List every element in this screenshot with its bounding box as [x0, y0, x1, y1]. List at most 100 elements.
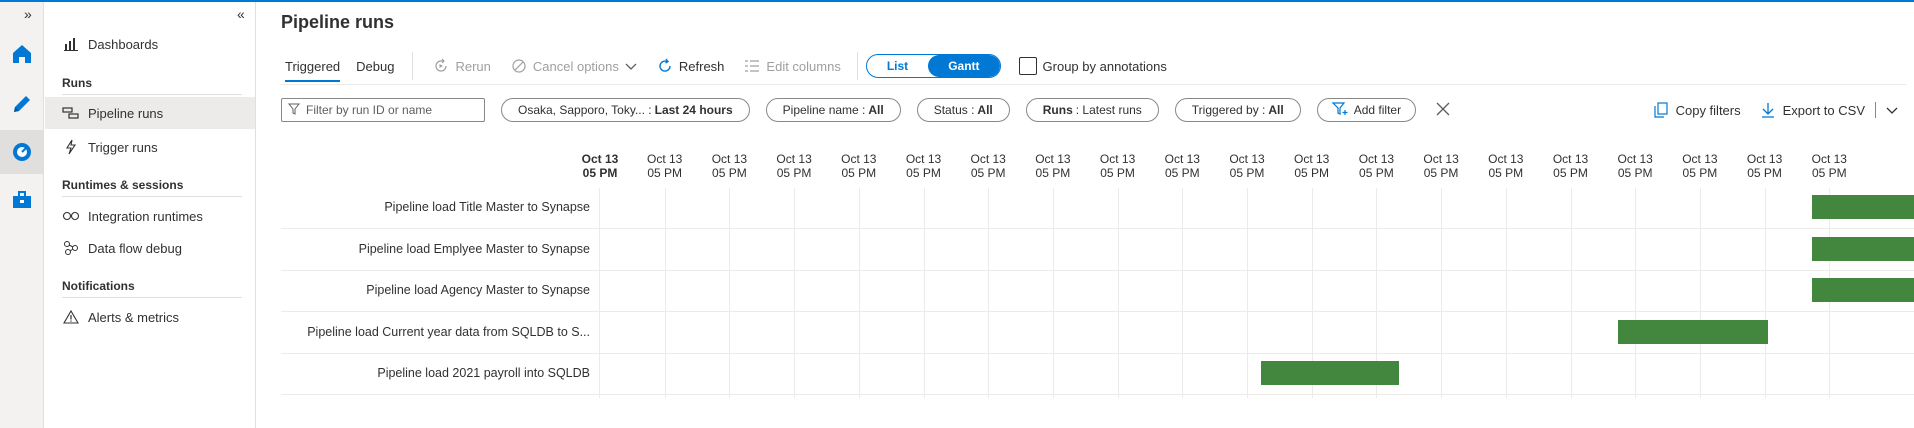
tick-date: Oct 13	[1229, 152, 1265, 166]
gantt-row[interactable]: Pipeline load Agency Master to Synapse	[281, 271, 1914, 313]
gantt-row[interactable]: Pipeline load Emplyee Master to Synapse	[281, 230, 1914, 271]
toolbar-separator	[412, 52, 414, 80]
group-by-label: Group by annotations	[1042, 58, 1167, 74]
gantt-row[interactable]: Pipeline load Current year data from SQL…	[281, 313, 1914, 354]
edit-columns-button[interactable]: Edit columns	[734, 50, 850, 82]
tick-date: Oct 13	[841, 152, 877, 166]
gantt-row[interactable]: Pipeline load 2021 payroll into SQLDB	[281, 354, 1914, 396]
view-gantt-option[interactable]: Gantt	[928, 55, 1000, 77]
run-duration-bar[interactable]	[1812, 278, 1914, 303]
download-icon	[1761, 102, 1775, 118]
pill-label: Triggered by :	[1191, 103, 1266, 117]
page-title: Pipeline runs	[281, 12, 395, 32]
pipeline-name-label[interactable]: Pipeline load Emplyee Master to Synapse	[281, 242, 590, 256]
tick-date: Oct 13	[1294, 152, 1330, 166]
time-tick-label: Oct 13 05 PM	[568, 152, 632, 180]
time-tick-label: Oct 13 05 PM	[1474, 152, 1538, 180]
icon-rail: »	[0, 2, 44, 428]
pill-label: Pipeline name :	[782, 103, 866, 117]
pipeline-icon	[62, 104, 80, 122]
cancel-options-button[interactable]: Cancel options	[501, 50, 647, 82]
tick-time: 05 PM	[1035, 166, 1071, 180]
tick-date: Oct 13	[1488, 152, 1524, 166]
pipeline-name-label[interactable]: Pipeline load Agency Master to Synapse	[281, 283, 590, 297]
tick-time: 05 PM	[1553, 166, 1588, 180]
tab-triggered[interactable]: Triggered	[277, 50, 348, 82]
tick-time: 05 PM	[1488, 166, 1524, 180]
tick-time: 05 PM	[970, 166, 1006, 180]
sidebar-item-pipeline-runs[interactable]: Pipeline runs	[45, 97, 255, 129]
tab-label: Triggered	[285, 58, 341, 74]
tick-time: 05 PM	[1100, 166, 1135, 180]
refresh-label: Refresh	[678, 58, 725, 74]
tick-date: Oct 13	[1552, 152, 1589, 166]
tick-time: 05 PM	[1423, 166, 1459, 180]
pill-value: All	[868, 103, 884, 117]
divider	[62, 297, 242, 298]
data-flow-icon	[62, 239, 80, 257]
pipeline-name-label[interactable]: Pipeline load Title Master to Synapse	[281, 200, 590, 214]
timezone-filter-pill[interactable]: Osaka, Sapporo, Toky... : Last 24 hours	[501, 98, 750, 122]
run-duration-bar[interactable]	[1618, 319, 1768, 344]
search-box	[281, 98, 485, 122]
group-by-checkbox[interactable]	[1018, 57, 1037, 75]
monitor-icon[interactable]	[0, 130, 44, 174]
pipeline-name-filter-pill[interactable]: Pipeline name : All	[765, 98, 901, 122]
collapse-sidebar-icon[interactable]: «	[237, 6, 245, 22]
refresh-button[interactable]: Refresh	[647, 50, 735, 82]
tick-date: Oct 13	[905, 152, 942, 166]
add-filter-icon	[1331, 101, 1348, 119]
clear-filters-icon[interactable]	[1436, 100, 1450, 121]
sidebar-item-label: Integration runtimes	[88, 208, 203, 224]
toolbox-icon[interactable]	[0, 178, 44, 222]
view-toggle: List Gantt	[865, 54, 1001, 78]
pill-value: All	[977, 103, 993, 117]
triggered-by-filter-pill[interactable]: Triggered by : All	[1174, 98, 1301, 122]
expand-rail-icon[interactable]: »	[24, 6, 32, 22]
tick-time: 05 PM	[906, 166, 941, 180]
tick-date: Oct 13	[1164, 152, 1200, 166]
pencil-icon[interactable]	[0, 82, 44, 126]
time-tick-label: Oct 13 05 PM	[1215, 152, 1279, 180]
runs-filter-pill[interactable]: Runs : Latest runs	[1025, 98, 1159, 122]
tick-date: Oct 13	[1358, 152, 1395, 166]
copy-filters-button[interactable]: Copy filters	[1653, 102, 1741, 118]
time-tick-label: Oct 13 05 PM	[1344, 152, 1408, 180]
run-duration-bar[interactable]	[1812, 236, 1914, 261]
pipeline-name-label[interactable]: Pipeline load 2021 payroll into SQLDB	[281, 366, 590, 380]
tab-debug[interactable]: Debug	[348, 50, 402, 82]
tick-time: 05 PM	[582, 166, 618, 180]
export-csv-button[interactable]: Export to CSV	[1761, 102, 1865, 118]
sidebar-item-dashboards[interactable]: Dashboards	[45, 28, 255, 60]
tick-time: 05 PM	[1617, 166, 1653, 180]
add-filter-button[interactable]: Add filter	[1316, 98, 1417, 122]
rerun-button[interactable]: Rerun	[423, 50, 500, 82]
search-input[interactable]	[306, 103, 476, 117]
chevron-down-icon[interactable]	[1886, 103, 1898, 118]
gantt-row[interactable]: Pipeline load Title Master to Synapse	[281, 188, 1914, 229]
pipeline-name-label[interactable]: Pipeline load Current year data from SQL…	[281, 325, 590, 339]
tick-date: Oct 13	[581, 152, 619, 166]
tick-time: 05 PM	[1359, 166, 1394, 180]
sidebar-item-trigger-runs[interactable]: Trigger runs	[45, 131, 255, 163]
view-list-option[interactable]: List	[867, 55, 928, 77]
sidebar-item-alerts-metrics[interactable]: Alerts & metrics	[45, 301, 255, 333]
run-duration-bar[interactable]	[1812, 195, 1914, 219]
run-duration-bar[interactable]	[1261, 361, 1400, 386]
time-tick-label: Oct 13 05 PM	[1797, 152, 1861, 180]
status-filter-pill[interactable]: Status : All	[916, 98, 1010, 122]
home-icon[interactable]	[0, 32, 44, 76]
tick-date: Oct 13	[1099, 152, 1136, 166]
tick-time: 05 PM	[1747, 166, 1782, 180]
tick-time: 05 PM	[712, 166, 747, 180]
tick-time: 05 PM	[1229, 166, 1265, 180]
tick-date: Oct 13	[776, 152, 812, 166]
time-tick-label: Oct 13 05 PM	[1280, 152, 1344, 180]
pill-value: All	[1268, 103, 1284, 117]
time-tick-label: Oct 13 05 PM	[1409, 152, 1473, 180]
copy-icon	[1653, 102, 1668, 118]
sidebar-item-data-flow-debug[interactable]: Data flow debug	[45, 232, 255, 264]
dashboard-icon	[62, 35, 80, 53]
sidebar-item-integration-runtimes[interactable]: Integration runtimes	[45, 200, 255, 232]
main-content: Pipeline runs Triggered Debug Rerun Canc…	[257, 2, 1914, 428]
